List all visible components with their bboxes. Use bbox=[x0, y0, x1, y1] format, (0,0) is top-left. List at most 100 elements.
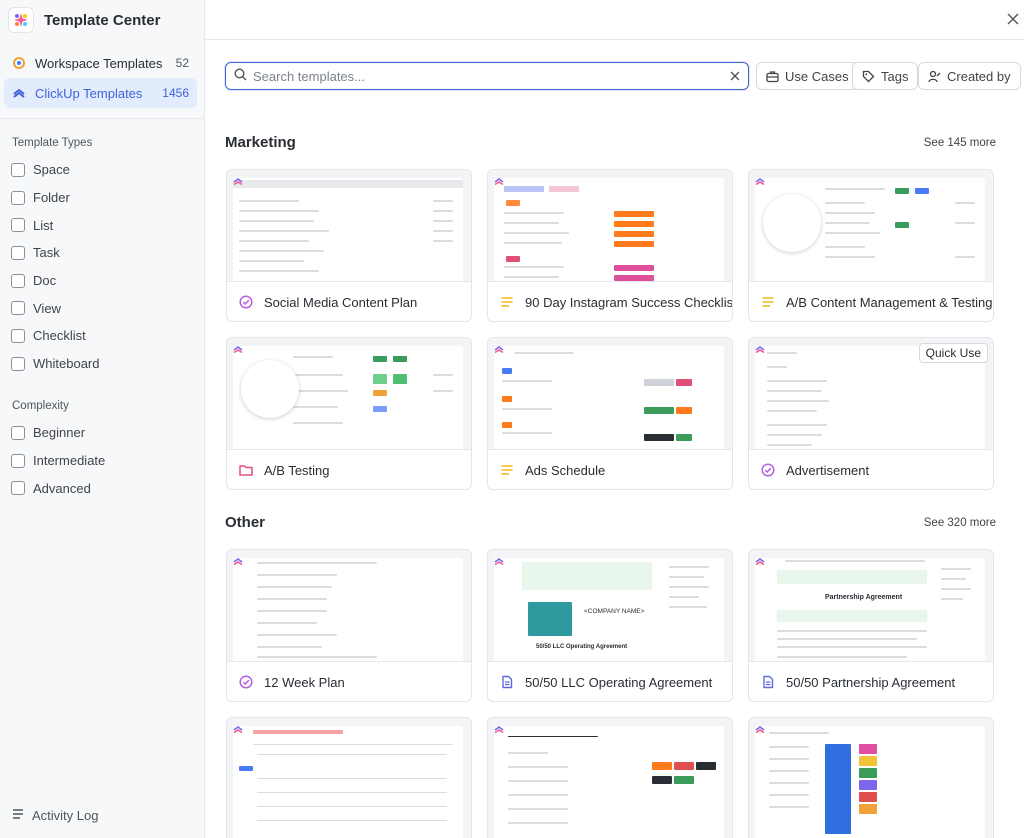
filter-label: Whiteboard bbox=[33, 356, 100, 372]
checkbox[interactable] bbox=[11, 453, 25, 468]
filter-checklist[interactable]: Checklist bbox=[11, 322, 99, 350]
other-see-more-link[interactable]: See 320 more bbox=[924, 517, 996, 529]
checkbox[interactable] bbox=[11, 273, 25, 288]
template-card-ab-content-management[interactable]: A/B Content Management & Testing bbox=[748, 169, 994, 322]
card-thumbnail bbox=[488, 718, 732, 838]
filter-label: Space bbox=[33, 162, 70, 178]
clear-search-icon[interactable] bbox=[730, 69, 740, 84]
checkbox[interactable] bbox=[11, 218, 25, 233]
checkbox[interactable] bbox=[11, 301, 25, 316]
template-card-partial[interactable] bbox=[487, 717, 733, 838]
thumbnail-preview bbox=[233, 178, 463, 281]
card-title: Advertisement bbox=[761, 457, 985, 483]
zoom-lens bbox=[763, 194, 821, 252]
doc-title: 50/50 LLC Operating Agreement bbox=[536, 644, 628, 650]
tags-button[interactable]: Tags bbox=[852, 62, 919, 90]
thumbnail-preview: <COMPANY NAME> 50/50 LLC Operating Agree… bbox=[494, 558, 724, 661]
use-cases-button[interactable]: Use Cases bbox=[756, 62, 859, 90]
checklist-circle-icon bbox=[761, 463, 775, 477]
card-title: A/B Content Management & Testing bbox=[761, 289, 992, 315]
card-thumbnail bbox=[749, 718, 993, 838]
checkbox[interactable] bbox=[11, 328, 25, 343]
zoom-lens bbox=[241, 360, 299, 418]
template-card-50-50-partnership[interactable]: Partnership Agreement 50/50 Partnership … bbox=[748, 549, 994, 702]
clickup-mini-logo-icon bbox=[233, 558, 243, 566]
filter-list[interactable]: List bbox=[11, 211, 99, 239]
clickup-mini-logo-icon bbox=[494, 346, 504, 354]
clickup-logo-icon bbox=[8, 7, 34, 33]
card-thumbnail: Partnership Agreement bbox=[749, 550, 993, 662]
template-card-partial[interactable] bbox=[226, 717, 472, 838]
activity-log-button[interactable]: Activity Log bbox=[12, 808, 98, 823]
clickup-mini-logo-icon bbox=[755, 726, 765, 734]
template-types-list: Space Folder List Task Doc View Checklis… bbox=[11, 156, 99, 378]
filter-space[interactable]: Space bbox=[11, 156, 99, 184]
card-label: Social Media Content Plan bbox=[264, 294, 418, 310]
card-title: Social Media Content Plan bbox=[239, 289, 463, 315]
doc-lines-icon bbox=[500, 295, 514, 309]
thumbnail-preview bbox=[494, 726, 724, 838]
folder-icon bbox=[239, 463, 253, 477]
filter-advanced[interactable]: Advanced bbox=[11, 474, 105, 502]
filter-label: Beginner bbox=[33, 425, 86, 441]
filter-label: View bbox=[33, 300, 61, 316]
thumbnail-preview bbox=[233, 558, 463, 661]
card-thumbnail bbox=[227, 718, 471, 838]
filter-intermediate[interactable]: Intermediate bbox=[11, 447, 105, 475]
card-title: Ads Schedule bbox=[500, 457, 724, 483]
nav-workspace-templates[interactable]: Workspace Templates 52 bbox=[4, 48, 197, 78]
filter-beginner[interactable]: Beginner bbox=[11, 419, 105, 447]
filter-folder[interactable]: Folder bbox=[11, 184, 99, 212]
doc-lines-icon bbox=[761, 295, 775, 309]
template-card-social-media-content-plan[interactable]: Social Media Content Plan bbox=[226, 169, 472, 322]
card-label: 50/50 LLC Operating Agreement bbox=[525, 674, 713, 690]
filter-task[interactable]: Task bbox=[11, 239, 99, 267]
marketing-see-more-link[interactable]: See 145 more bbox=[924, 137, 996, 149]
document-icon bbox=[761, 675, 775, 689]
created-by-button[interactable]: Created by bbox=[918, 62, 1021, 90]
filter-label: Folder bbox=[33, 190, 70, 206]
workspace-icon bbox=[12, 56, 26, 70]
template-card-ads-schedule[interactable]: Ads Schedule bbox=[487, 337, 733, 490]
checkbox[interactable] bbox=[11, 356, 25, 371]
activity-log-label: Activity Log bbox=[32, 808, 99, 823]
filter-label: List bbox=[33, 217, 54, 233]
search-icon bbox=[234, 68, 247, 84]
doc-title: Partnership Agreement bbox=[825, 594, 903, 601]
search-input[interactable] bbox=[253, 68, 730, 84]
checkbox[interactable] bbox=[11, 162, 25, 177]
complexity-list: Beginner Intermediate Advanced bbox=[11, 419, 105, 502]
checkbox[interactable] bbox=[11, 481, 25, 496]
filter-view[interactable]: View bbox=[11, 294, 99, 322]
tag-icon bbox=[862, 70, 875, 83]
tags-label: Tags bbox=[881, 68, 909, 84]
checkbox[interactable] bbox=[11, 245, 25, 260]
template-card-ab-testing[interactable]: A/B Testing bbox=[226, 337, 472, 490]
clickup-mini-logo-icon bbox=[494, 178, 504, 186]
card-thumbnail bbox=[488, 338, 732, 450]
filter-label: Checklist bbox=[33, 328, 86, 344]
checkbox[interactable] bbox=[11, 425, 25, 440]
template-card-50-50-llc[interactable]: <COMPANY NAME> 50/50 LLC Operating Agree… bbox=[487, 549, 733, 702]
clickup-mini-logo-icon bbox=[233, 346, 243, 354]
filter-whiteboard[interactable]: Whiteboard bbox=[11, 350, 99, 378]
sidebar-nav: Workspace Templates 52 ClickUp Templates… bbox=[4, 48, 197, 108]
top-bar bbox=[205, 0, 1024, 40]
card-title: 12 Week Plan bbox=[239, 669, 463, 695]
template-card-90-day-instagram[interactable]: 90 Day Instagram Success Checklist bbox=[487, 169, 733, 322]
checkbox[interactable] bbox=[11, 190, 25, 205]
document-icon bbox=[500, 675, 514, 689]
quick-use-button[interactable]: Quick Use bbox=[918, 343, 988, 363]
template-card-advertisement[interactable]: Quick Use Advertisement bbox=[748, 337, 994, 490]
nav-clickup-templates[interactable]: ClickUp Templates 1456 bbox=[4, 78, 197, 108]
clickup-icon bbox=[12, 86, 26, 100]
clickup-mini-logo-icon bbox=[755, 558, 765, 566]
close-icon[interactable] bbox=[1004, 10, 1022, 28]
filter-label: Task bbox=[33, 245, 60, 261]
clickup-mini-logo-icon bbox=[494, 726, 504, 734]
filter-doc[interactable]: Doc bbox=[11, 267, 99, 295]
template-card-12-week-plan[interactable]: 12 Week Plan bbox=[226, 549, 472, 702]
card-title: 50/50 LLC Operating Agreement bbox=[500, 669, 724, 695]
card-thumbnail bbox=[227, 550, 471, 662]
template-card-partial[interactable] bbox=[748, 717, 994, 838]
